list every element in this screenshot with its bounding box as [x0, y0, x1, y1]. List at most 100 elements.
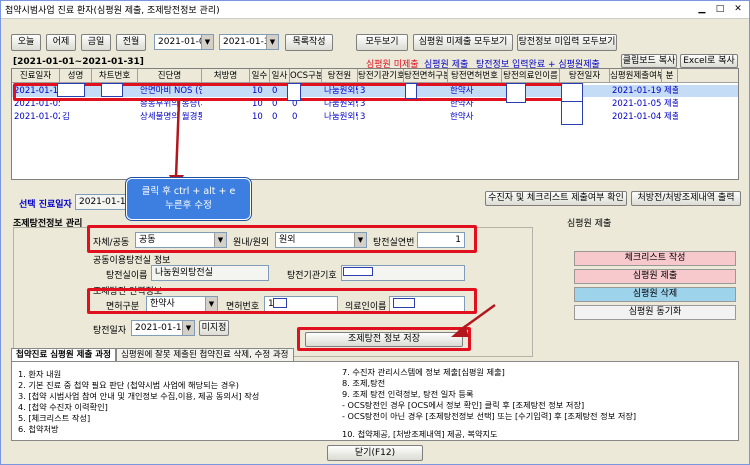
grid-header-cell[interactable]: 탕전일자	[560, 69, 610, 83]
grid-header-cell[interactable]: 처방명	[202, 69, 250, 83]
grid-header-cell[interactable]: 일사	[270, 69, 290, 83]
table-cell: 0	[272, 112, 278, 122]
table-cell: 2021-01-18	[14, 86, 60, 96]
chevron-down-icon[interactable]: ▼	[205, 297, 217, 311]
instruction-callout: 클릭 후 ctrl + alt + e 누른후 수정	[126, 178, 251, 220]
table-row[interactable]: 2021-01-05종통부위의 통증(저실)1000나눔원외탕3한약사2021-…	[12, 98, 738, 110]
decoct-room-id-field[interactable]: 1	[417, 232, 465, 248]
grid-header-cell[interactable]: 진료일자	[12, 69, 60, 83]
prescription-print-button[interactable]: 처방전/처방조제내역 출력	[631, 191, 741, 206]
table-cell: 한약사	[450, 86, 474, 96]
decoct-unentered-all-button[interactable]: 탕전정보 미입력 모두보기	[517, 34, 617, 51]
masked-value	[343, 267, 373, 276]
date-range-label: [2021-01-01~2021-01-31]	[13, 57, 144, 67]
close-button[interactable]: 닫기(F12)	[327, 445, 423, 461]
hira-submit-button[interactable]: 심평원 제출	[574, 269, 736, 284]
window: 첩약시범사업 진료 환자(심평원 제출, 조제탕전정보 관리) ▁ □ ✕ 오늘…	[0, 0, 750, 465]
not-set-button[interactable]: 미지정	[199, 320, 229, 336]
table-cell: 3	[360, 99, 366, 109]
table-cell: 제출	[664, 99, 678, 109]
date-to-picker[interactable]: 2021-01-31 ▼	[219, 34, 279, 50]
table-cell: 안면마비 NOS (안면신경마비)	[140, 86, 202, 96]
today-button[interactable]: 오늘	[11, 34, 41, 51]
license-no-label: 면허번호	[226, 302, 260, 312]
chevron-down-icon[interactable]: ▼	[266, 35, 278, 49]
in-out-label: 원내/원외	[233, 238, 270, 248]
chevron-down-icon[interactable]: ▼	[182, 321, 194, 335]
grid-header-cell[interactable]: 심평원제출여부	[610, 69, 662, 83]
table-cell: 나눔원외탕	[324, 86, 358, 96]
practitioner-name-label: 의료인이름	[345, 302, 387, 312]
room-name-label: 탕전실이름	[106, 271, 148, 281]
grid-header-cell[interactable]: 탕전면허번호	[448, 69, 502, 83]
help-step: 10. 첩약제공, [처방조제내역] 제공, 복약지도	[342, 429, 498, 439]
table-cell: 2021-01-04	[612, 112, 662, 122]
tab-submit-process[interactable]: 첩약진료 심평원 제출 과정	[11, 348, 116, 362]
grid-header-cell[interactable]: 탕전원	[322, 69, 358, 83]
maximize-icon[interactable]: □	[713, 3, 727, 16]
room-name-field: 나눔원외탕전실	[151, 265, 269, 281]
grid-header: 진료일자 성명 차트번호 진단명 처방명 일수 일사 OCS구분 탕전원 탕전기관기호 탕전면허구분…	[12, 69, 738, 83]
license-type-select[interactable]: 한약사 ▼	[146, 296, 218, 312]
show-all-button[interactable]: 모두보기	[356, 34, 408, 51]
last-month-button[interactable]: 전월	[116, 34, 146, 51]
table-cell: 2021-01-19	[612, 86, 662, 96]
help-panel: 1. 환자 내원 2. 기본 진료 중 첩약 필요 판단 (첩약시범 사업에 해당…	[11, 361, 739, 441]
table-cell: 3	[360, 86, 366, 96]
grid-header-cell[interactable]: 탕전의료인이름	[502, 69, 560, 83]
in-out-select[interactable]: 원외 ▼	[275, 232, 367, 248]
grid-header-cell[interactable]: 일수	[250, 69, 270, 83]
close-icon[interactable]: ✕	[731, 3, 745, 16]
checklist-write-button[interactable]: 체크리스트 작성	[574, 251, 736, 266]
masked-value	[57, 83, 85, 97]
grid-header-cell[interactable]: 성명	[60, 69, 92, 83]
window-title: 첩약시범사업 진료 환자(심평원 제출, 조제탕전정보 관리)	[5, 6, 220, 16]
masked-value	[405, 83, 417, 99]
table-row[interactable]: 2021-01-02김상세불명의 월경통(월경통)1000나눔원외탕3한약사20…	[12, 111, 738, 123]
decoct-room-id-label: 탕전실연번	[373, 238, 415, 248]
institution-code-label: 탕전기관기호	[287, 271, 337, 281]
list-create-button[interactable]: 목록작성	[285, 34, 333, 51]
table-cell: 2021-01-02	[14, 112, 60, 122]
table-cell: 2021-01-05	[14, 99, 60, 109]
hira-unsubmitted-all-button[interactable]: 심평원 미제출 모두보기	[413, 34, 513, 51]
chevron-down-icon[interactable]: ▼	[354, 233, 366, 247]
date-from-picker[interactable]: 2021-01-01 ▼	[154, 34, 214, 50]
excel-copy-button[interactable]: Excel로 복사	[680, 54, 738, 68]
table-cell: 김	[62, 112, 70, 122]
save-decoct-info-button[interactable]: 조제탕전 정보 저장	[305, 332, 463, 347]
table-cell: 제출	[664, 86, 678, 96]
table-cell: 10	[252, 99, 263, 109]
minimize-icon[interactable]: ▁	[695, 3, 709, 16]
decoct-date-label: 탕전일자	[93, 326, 127, 336]
table-cell: 10	[252, 112, 263, 122]
grid-header-cell[interactable]: 탕전기관기호	[358, 69, 404, 83]
title-bar: 첩약시범사업 진료 환자(심평원 제출, 조제탕전정보 관리) ▁ □ ✕	[1, 1, 749, 19]
self-joint-select[interactable]: 공동 ▼	[135, 232, 227, 248]
decoct-date-picker[interactable]: 2021-01-19 ▼	[131, 320, 195, 336]
hira-sync-button[interactable]: 심평원 동기화	[574, 305, 736, 320]
selected-date-label: 선택 진료일자	[19, 200, 72, 210]
arrow-icon	[451, 303, 496, 337]
table-cell: 나눔원외탕	[324, 112, 358, 122]
hira-delete-button[interactable]: 심평원 삭제	[574, 287, 736, 302]
tab-delete-process[interactable]: 심평원에 잘못 제출된 첩약진료 삭제, 수정 과정	[116, 348, 294, 362]
hira-checklist-button[interactable]: 수진자 및 체크리스트 제출여부 확인	[485, 191, 627, 206]
chevron-down-icon[interactable]: ▼	[214, 233, 226, 247]
this-week-button[interactable]: 금일	[81, 34, 111, 51]
table-cell: 10	[252, 86, 263, 96]
table-cell: 한약사	[450, 112, 474, 122]
grid-header-cell[interactable]: 탕전면허구분	[404, 69, 448, 83]
chevron-down-icon[interactable]: ▼	[201, 35, 213, 49]
grid-header-cell[interactable]: 분	[662, 69, 678, 83]
grid-header-cell[interactable]: 진단명	[138, 69, 202, 83]
grid-header-cell[interactable]: 차트번호	[92, 69, 138, 83]
table-cell: 0	[292, 112, 298, 122]
masked-value	[393, 298, 415, 308]
table-cell: 2021-01-05	[612, 99, 662, 109]
self-joint-label: 자체/공동	[93, 238, 130, 248]
clipboard-copy-button[interactable]: 클립보드 복사	[621, 54, 677, 68]
masked-value	[506, 83, 526, 103]
grid-header-cell[interactable]: OCS구분	[290, 69, 322, 83]
yesterday-button[interactable]: 어제	[46, 34, 76, 51]
